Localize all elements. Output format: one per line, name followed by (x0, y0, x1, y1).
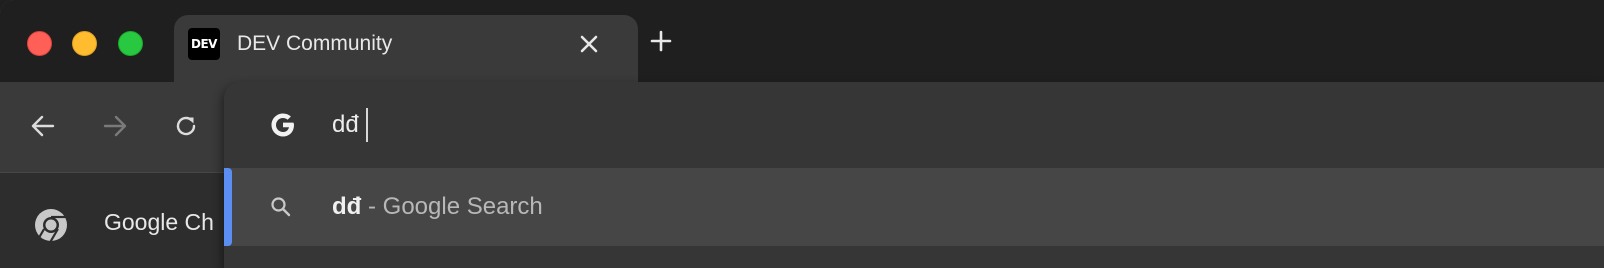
suggestion-text: dđ - Google Search (332, 190, 543, 224)
suggestion-row[interactable]: dđ - Google Search (224, 168, 1604, 246)
suggestion-query: dđ (332, 193, 362, 220)
selection-indicator (224, 168, 232, 246)
browser-window: DEV DEV Community Google Ch dđ dđ - Goog… (0, 0, 1604, 268)
suggestion-suffix: - Google Search (361, 193, 543, 220)
text-caret (366, 108, 368, 142)
zoom-window-button[interactable] (118, 31, 143, 56)
address-input[interactable]: dđ (332, 107, 359, 143)
dev-favicon-icon: DEV (188, 28, 220, 60)
bookmark-label[interactable]: Google Ch (104, 209, 214, 236)
close-window-button[interactable] (27, 31, 52, 56)
arrow-right-icon[interactable] (97, 108, 133, 144)
reload-icon[interactable] (168, 108, 204, 144)
tab-dev-community[interactable]: DEV DEV Community (174, 15, 638, 82)
search-icon (268, 194, 294, 220)
tab-title: DEV Community (237, 32, 393, 55)
arrow-left-icon[interactable] (25, 108, 61, 144)
title-bar: DEV DEV Community (0, 0, 1604, 82)
minimize-window-button[interactable] (72, 31, 97, 56)
chrome-icon (33, 207, 69, 243)
close-icon[interactable] (574, 29, 604, 59)
google-g-icon (268, 110, 298, 140)
omnibox-dropdown: dđ dđ - Google Search (224, 82, 1604, 268)
plus-icon[interactable] (645, 25, 677, 57)
